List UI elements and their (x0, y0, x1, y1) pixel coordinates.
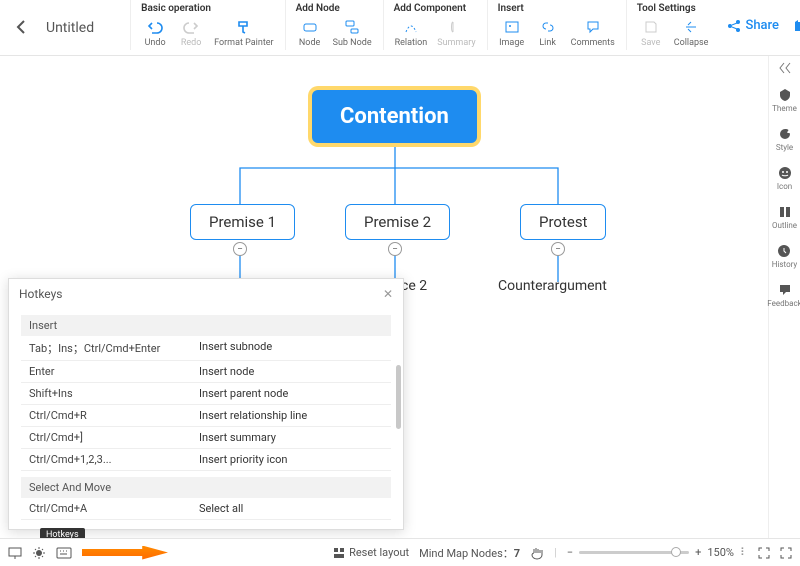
group-add-component: Add Component Relation Summary (383, 0, 487, 50)
node-premise-2[interactable]: Premise 2 (345, 204, 450, 240)
insert-comments-button[interactable]: Comments (566, 14, 620, 50)
child-text[interactable]: Counterargument (498, 278, 607, 294)
hotkeys-panel: Hotkeys ✕ InsertTab；Ins；Ctrl/Cmd+EnterIn… (8, 278, 404, 530)
collapse-rail-button[interactable] (778, 62, 792, 74)
hotkeys-row: Ctrl/Cmd+ASelect all (21, 498, 391, 520)
hotkeys-body[interactable]: InsertTab；Ins；Ctrl/Cmd+EnterInsert subno… (9, 309, 403, 527)
relation-button[interactable]: Relation (390, 14, 433, 50)
share-export: Share Export (719, 0, 800, 51)
node-protest[interactable]: Protest (520, 204, 606, 240)
document-title[interactable]: Untitled (34, 0, 106, 56)
presentation-icon[interactable] (8, 546, 22, 560)
node-premise-1[interactable]: Premise 1 (190, 204, 295, 240)
save-button[interactable]: Save (633, 14, 669, 50)
hotkeys-row: EnterInsert node (21, 361, 391, 383)
rail-feedback[interactable]: Feedback (767, 283, 800, 308)
hotkeys-row: Ctrl/Cmd+]Insert summary (21, 427, 391, 449)
root-node[interactable]: Contention (312, 90, 477, 143)
back-button[interactable] (8, 0, 34, 54)
group-basic: Basic operation Undo Redo Format Painter (130, 0, 284, 50)
collapse-toggle[interactable]: − (233, 242, 247, 256)
keyboard-icon[interactable] (56, 547, 72, 559)
add-subnode-button[interactable]: Sub Node (328, 14, 377, 50)
format-painter-button[interactable]: Format Painter (209, 14, 278, 50)
zoom-controls: − + 150% ⠇ (567, 546, 748, 559)
scrollbar-thumb[interactable] (396, 365, 401, 429)
theme-mode-icon[interactable] (32, 546, 46, 560)
group-insert: Insert Image Link Comments (487, 0, 626, 50)
right-rail: Theme Style Icon Outline History Feedbac… (768, 56, 800, 538)
add-node-button[interactable]: Node (292, 14, 328, 50)
close-icon[interactable]: ✕ (383, 287, 393, 301)
hotkeys-section: Insert (21, 315, 391, 336)
arrow-annotation (82, 546, 168, 560)
rail-style[interactable]: Style (776, 127, 793, 152)
fullscreen-icon[interactable] (780, 547, 792, 559)
node-count: Mind Map Nodes：7 (419, 545, 520, 561)
collapse-button[interactable]: Collapse (669, 14, 714, 50)
pan-icon[interactable] (530, 546, 544, 560)
group-tool-settings: Tool Settings Save Collapse (626, 0, 720, 50)
zoom-in-button[interactable]: + (695, 546, 701, 559)
group-add-node: Add Node Node Sub Node (285, 0, 383, 50)
undo-button[interactable]: Undo (137, 14, 173, 50)
status-bar: Reset layout Mind Map Nodes：7 | − + 150%… (0, 538, 800, 566)
hotkeys-row: Tab；Ins；Ctrl/Cmd+EnterInsert subnode (21, 336, 391, 361)
topbar: Untitled Basic operation Undo Redo Forma… (0, 0, 800, 56)
hotkeys-row: Ctrl/Cmd+RInsert relationship line (21, 405, 391, 427)
summary-button[interactable]: Summary (432, 14, 480, 50)
redo-button[interactable]: Redo (173, 14, 209, 50)
rail-history[interactable]: History (772, 244, 797, 269)
insert-link-button[interactable]: Link (530, 14, 566, 50)
zoom-slider[interactable] (579, 551, 689, 554)
hotkeys-title: Hotkeys (19, 287, 62, 301)
insert-image-button[interactable]: Image (494, 14, 530, 50)
rail-theme[interactable]: Theme (772, 88, 797, 113)
hotkeys-row: Shift+InsInsert parent node (21, 383, 391, 405)
zoom-value: 150% (707, 546, 734, 559)
export-button[interactable]: Export (793, 18, 800, 33)
hotkeys-row: Ctrl/Cmd+1,2,3...Insert priority icon (21, 449, 391, 471)
rail-outline[interactable]: Outline (772, 205, 797, 230)
collapse-toggle[interactable]: − (551, 242, 565, 256)
zoom-menu-icon[interactable]: ⠇ (740, 546, 748, 559)
share-button[interactable]: Share (727, 18, 779, 33)
hotkeys-section: Select And Move (21, 477, 391, 498)
collapse-toggle[interactable]: − (388, 242, 402, 256)
fit-screen-icon[interactable] (758, 547, 770, 559)
reset-layout-button[interactable]: Reset layout (333, 546, 409, 559)
toolbar-groups: Basic operation Undo Redo Format Painter… (130, 0, 719, 50)
rail-icon[interactable]: Icon (777, 166, 792, 191)
zoom-out-button[interactable]: − (567, 546, 573, 559)
